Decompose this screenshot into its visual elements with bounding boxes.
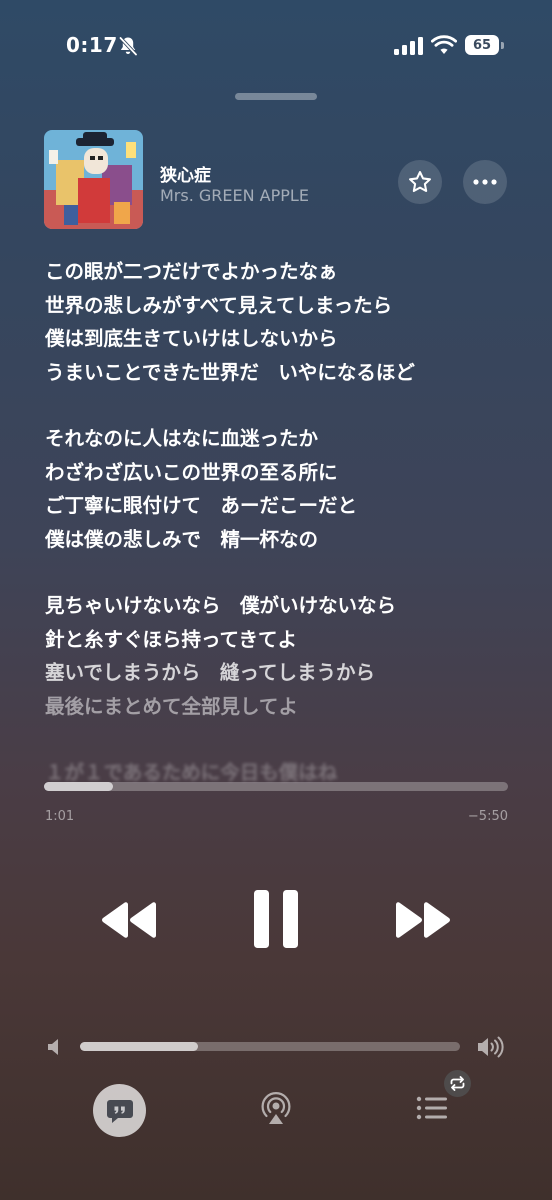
song-title: 狭心症 (160, 166, 211, 186)
song-artist[interactable]: Mrs. GREEN APPLE (160, 186, 309, 205)
lyric-line[interactable]: 世界の悲しみがすべて見えてしまったら (45, 289, 525, 323)
lyrics-view[interactable]: この眼が二つだけでよかったなぁ 世界の悲しみがすべて見えてしまったら 僕は到底生… (45, 255, 525, 785)
repeat-icon (450, 1076, 465, 1091)
ellipsis-icon (473, 179, 497, 185)
queue-list-icon[interactable] (415, 1094, 451, 1124)
elapsed-time: 1:01 (45, 809, 75, 824)
lyric-line[interactable]: それなのに人はなに血迷ったか (45, 422, 525, 456)
playback-scrubber[interactable] (44, 782, 508, 791)
volume-slider[interactable] (80, 1042, 460, 1051)
battery-level: 65 (465, 35, 499, 55)
more-options-button[interactable] (463, 160, 507, 204)
lyric-line[interactable]: 見ちゃいけないなら 僕がいけないなら (45, 589, 525, 623)
lyric-line[interactable]: １が１であるために今日も僕はね (45, 756, 525, 785)
lyric-line[interactable]: わざわざ広いこの世界の至る所に (45, 456, 525, 490)
bell-slash-icon (119, 36, 138, 56)
remaining-time: −5:50 (467, 809, 508, 824)
sheet-grabber[interactable] (235, 93, 317, 100)
pause-icon[interactable] (252, 890, 300, 948)
lyric-line[interactable]: 塞いでしまうから 縫ってしまうから (45, 656, 525, 690)
lyric-line[interactable]: 最後にまとめて全部見してよ (45, 690, 525, 724)
lyrics-button[interactable] (93, 1084, 146, 1137)
cellular-signal-icon (394, 37, 423, 55)
lyrics-stanza: 見ちゃいけないなら 僕がいけないなら 針と糸すぐほら持ってきてよ 塞いでしまうか… (45, 589, 525, 723)
lyric-line[interactable]: うまいことできた世界だ いやになるほど (45, 356, 525, 390)
playback-progress-fill (44, 782, 114, 791)
favorite-button[interactable] (398, 160, 442, 204)
volume-level-fill (80, 1042, 198, 1051)
lyric-line[interactable]: 僕は到底生きていけはしないから (45, 322, 525, 356)
volume-low-icon (48, 1039, 58, 1055)
volume-high-icon (478, 1036, 504, 1058)
repeat-badge (444, 1070, 471, 1097)
fast-forward-icon[interactable] (394, 901, 452, 939)
lyric-line[interactable]: 針と糸すぐほら持ってきてよ (45, 623, 525, 657)
battery-icon: 65 (465, 35, 507, 55)
airplay-audio-icon[interactable] (257, 1091, 295, 1129)
lyric-line[interactable]: この眼が二つだけでよかったなぁ (45, 255, 525, 289)
lyrics-stanza: それなのに人はなに血迷ったか わざわざ広いこの世界の至る所に ご丁寧に眼付けて … (45, 422, 525, 556)
album-artwork[interactable] (44, 130, 143, 229)
star-icon (409, 171, 431, 193)
lyric-line[interactable]: ご丁寧に眼付けて あーだこーだと (45, 489, 525, 523)
wifi-icon (431, 35, 457, 54)
lyrics-stanza: １が１であるために今日も僕はね (45, 756, 525, 785)
album-artwork-image (44, 130, 143, 229)
status-time: 0:17 (66, 33, 118, 57)
lyrics-stanza: この眼が二つだけでよかったなぁ 世界の悲しみがすべて見えてしまったら 僕は到底生… (45, 255, 525, 389)
lyric-line[interactable]: 僕は僕の悲しみで 精一杯なの (45, 523, 525, 557)
quote-bubble-icon (106, 1099, 133, 1123)
rewind-icon[interactable] (100, 901, 158, 939)
